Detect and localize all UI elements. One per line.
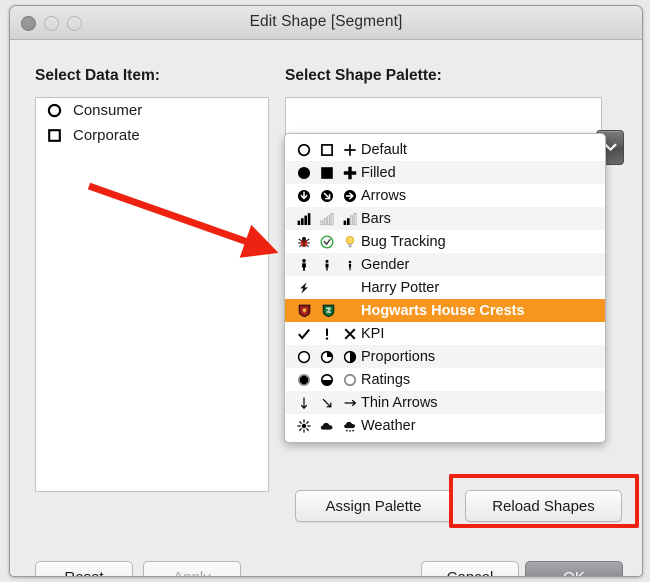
- sun-icon: [293, 417, 314, 435]
- option-label: Filled: [361, 164, 396, 181]
- list-item-label: Consumer: [73, 102, 143, 119]
- option-label: Arrows: [361, 187, 407, 204]
- option-icons: [293, 371, 361, 389]
- option-icons: [293, 187, 361, 205]
- plus-bold-icon: [340, 164, 361, 182]
- option-icons: [293, 348, 361, 366]
- window-titlebar: Edit Shape [Segment]: [10, 6, 642, 40]
- circle-outline-icon: [293, 141, 314, 159]
- option-label: KPI: [361, 325, 385, 342]
- dialog-window: Edit Shape [Segment] Select Data Item: S…: [9, 5, 643, 577]
- screenshot-root: Edit Shape [Segment] Select Data Item: S…: [0, 0, 650, 582]
- option-label: Harry Potter: [361, 279, 440, 296]
- person-large-icon: [293, 256, 314, 274]
- palette-option-harry-potter[interactable]: Harry Potter: [285, 276, 605, 299]
- palette-option-hogwarts-house-crests[interactable]: Hogwarts House Crests: [285, 299, 605, 322]
- option-icons: [293, 394, 361, 412]
- option-label: Gender: [361, 256, 410, 273]
- option-icons: [293, 302, 361, 320]
- palette-option-weather[interactable]: Weather: [285, 414, 605, 437]
- list-item-label: Corporate: [73, 127, 140, 144]
- bug-icon: [293, 233, 314, 251]
- bars-empty-icon: [316, 210, 337, 228]
- square-outline-icon: [46, 127, 63, 144]
- arrow-downright-disc-icon: [316, 187, 337, 205]
- circle-empty-icon: [293, 348, 314, 366]
- rating-empty-icon: [340, 371, 361, 389]
- cross-icon: [340, 325, 361, 343]
- palette-option-default[interactable]: Default: [285, 138, 605, 161]
- arrow-right-thin-icon: [340, 394, 361, 412]
- palette-option-gender[interactable]: Gender: [285, 253, 605, 276]
- palette-option-proportions[interactable]: Proportions: [285, 345, 605, 368]
- bars-mid-icon: [340, 210, 361, 228]
- palette-option-filled[interactable]: Filled: [285, 161, 605, 184]
- check-icon: [293, 325, 314, 343]
- option-label: Ratings: [361, 371, 411, 388]
- option-icons: [293, 164, 361, 182]
- rating-full-icon: [293, 371, 314, 389]
- option-icons: [293, 256, 361, 274]
- lightbulb-icon: [340, 233, 361, 251]
- option-label: Proportions: [361, 348, 436, 365]
- option-label: Thin Arrows: [361, 394, 438, 411]
- option-icons: [293, 325, 361, 343]
- circle-filled-icon: [293, 164, 314, 182]
- palette-option-kpi[interactable]: KPI: [285, 322, 605, 345]
- option-icons: [293, 279, 361, 297]
- option-icons: [293, 210, 361, 228]
- plus-thin-icon: [340, 141, 361, 159]
- person-small-icon: [340, 256, 361, 274]
- circle-quarter-icon: [316, 348, 337, 366]
- square-filled-icon: [316, 164, 337, 182]
- palette-dropdown-popup[interactable]: Default Filled Arrows Bars Bug Tracking …: [284, 133, 606, 443]
- circle-outline-icon: [46, 102, 63, 119]
- option-icons: [293, 417, 361, 435]
- option-label: Bug Tracking: [361, 233, 446, 250]
- select-shape-palette-label: Select Shape Palette:: [285, 67, 442, 84]
- arrow-down-disc-icon: [293, 187, 314, 205]
- arrow-down-thin-icon: [293, 394, 314, 412]
- ok-button[interactable]: OK: [525, 561, 623, 576]
- option-icons: [293, 233, 361, 251]
- option-label: Default: [361, 141, 407, 158]
- data-item-list[interactable]: Consumer Corporate: [35, 97, 269, 492]
- reload-shapes-button[interactable]: Reload Shapes: [465, 490, 622, 522]
- cloud-icon: [316, 417, 337, 435]
- dialog-content: Select Data Item: Select Shape Palette: …: [10, 40, 642, 576]
- palette-option-bars[interactable]: Bars: [285, 207, 605, 230]
- reset-button[interactable]: Reset: [35, 561, 133, 576]
- option-label: Weather: [361, 417, 416, 434]
- option-label: Hogwarts House Crests: [361, 302, 525, 319]
- palette-option-arrows[interactable]: Arrows: [285, 184, 605, 207]
- apply-button[interactable]: Apply: [143, 561, 241, 576]
- bars-full-icon: [293, 210, 314, 228]
- gryffindor-crest-icon: [293, 302, 315, 320]
- cancel-button[interactable]: Cancel: [421, 561, 519, 576]
- arrow-right-disc-icon: [340, 187, 361, 205]
- check-circle-icon: [316, 233, 337, 251]
- person-medium-icon: [316, 256, 337, 274]
- assign-palette-button[interactable]: Assign Palette: [295, 490, 452, 522]
- palette-option-bug-tracking[interactable]: Bug Tracking: [285, 230, 605, 253]
- list-item[interactable]: Corporate: [36, 123, 268, 148]
- option-icons: [293, 141, 361, 159]
- slytherin-crest-icon: [317, 302, 339, 320]
- palette-option-ratings[interactable]: Ratings: [285, 368, 605, 391]
- rating-half-icon: [316, 371, 337, 389]
- exclamation-icon: [316, 325, 337, 343]
- square-outline-icon: [316, 141, 337, 159]
- palette-option-thin-arrows[interactable]: Thin Arrows: [285, 391, 605, 414]
- rain-cloud-icon: [340, 417, 361, 435]
- window-title: Edit Shape [Segment]: [249, 13, 403, 30]
- select-data-item-label: Select Data Item:: [35, 67, 160, 84]
- lightning-bolt-icon: [293, 279, 315, 297]
- arrow-downright-thin-icon: [316, 394, 337, 412]
- option-label: Bars: [361, 210, 391, 227]
- list-item[interactable]: Consumer: [36, 98, 268, 123]
- circle-half-icon: [340, 348, 361, 366]
